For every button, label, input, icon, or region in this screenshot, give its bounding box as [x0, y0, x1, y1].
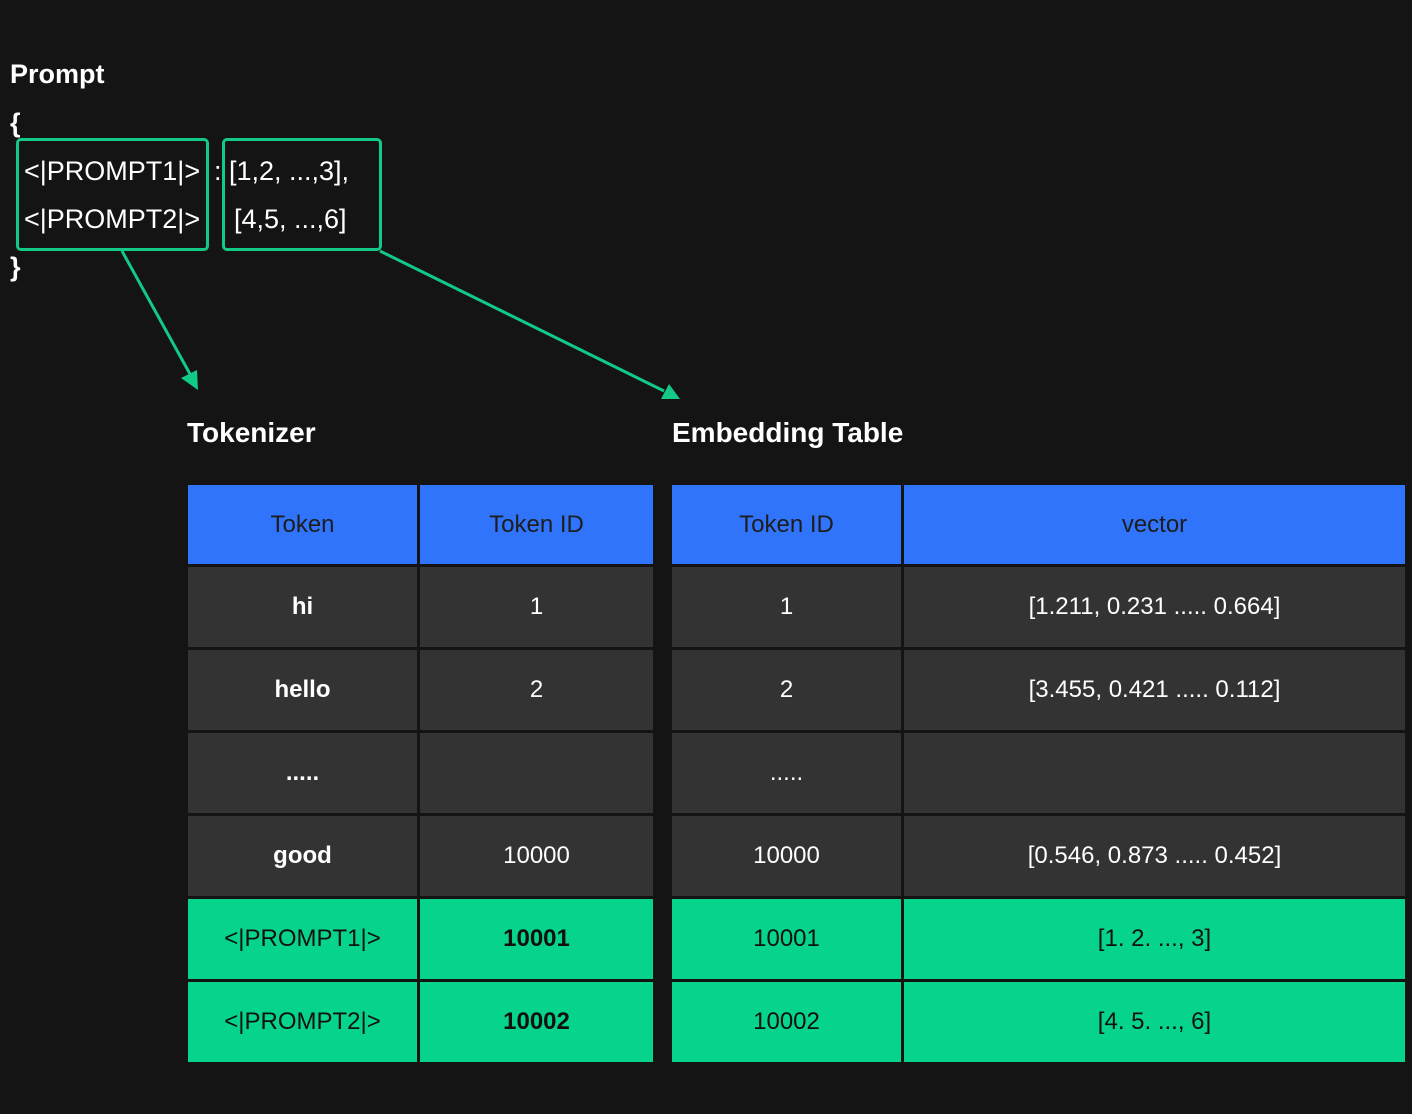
embedding-cell-id: 2	[669, 647, 904, 733]
tokenizer-cell-token: <|PROMPT1|>	[185, 896, 420, 982]
tokenizer-cell-token: <|PROMPT2|>	[185, 979, 420, 1065]
tokenizer-cell-id: 10002	[417, 979, 656, 1065]
diagram-canvas: Prompt { <|PROMPT1|> : [1,2, ...,3], <|P…	[0, 0, 1412, 1114]
tokenizer-cell-id	[417, 730, 656, 816]
embedding-cell-id: .....	[669, 730, 904, 816]
tokenizer-cell-id: 10000	[417, 813, 656, 899]
embedding-cell-vector: [1.211, 0.231 ..... 0.664]	[901, 564, 1408, 650]
embedding-header-token-id: Token ID	[669, 482, 904, 567]
embedding-cell-id: 10002	[669, 979, 904, 1065]
tokenizer-cell-id: 2	[417, 647, 656, 733]
tokenizer-cell-token: hello	[185, 647, 420, 733]
tokenizer-header-token-id: Token ID	[417, 482, 656, 567]
tokenizer-cell-id: 10001	[417, 896, 656, 982]
tokenizer-row: good 10000	[185, 813, 656, 899]
embedding-cell-id: 10000	[669, 813, 904, 899]
embedding-row-highlighted: 10001 [1. 2. ..., 3]	[669, 896, 1408, 982]
arrows-layer	[120, 249, 680, 399]
tokenizer-cell-id: 1	[417, 564, 656, 650]
tokenizer-cell-token: hi	[185, 564, 420, 650]
embedding-row-highlighted: 10002 [4. 5. ..., 6]	[669, 979, 1408, 1065]
embedding-row: 1 [1.211, 0.231 ..... 0.664]	[669, 564, 1408, 650]
embedding-title: Embedding Table	[672, 417, 904, 448]
arrow-to-embedding	[379, 249, 665, 393]
embedding-cell-vector	[901, 730, 1408, 816]
tokenizer-row: hi 1	[185, 564, 656, 650]
tokenizer-row-highlighted: <|PROMPT2|> 10002	[185, 979, 656, 1065]
tokenizer-table: Token Token ID hi 1 hello 2 ..... good 1…	[185, 482, 656, 1065]
tokenizer-row: .....	[185, 730, 656, 816]
tokenizer-title: Tokenizer	[187, 417, 316, 448]
tokenizer-cell-token: good	[185, 813, 420, 899]
embedding-table: Token ID vector 1 [1.211, 0.231 ..... 0.…	[669, 482, 1408, 1065]
embedding-cell-id: 10001	[669, 896, 904, 982]
tokenizer-cell-token: .....	[185, 730, 420, 816]
embedding-cell-vector: [1. 2. ..., 3]	[901, 896, 1408, 982]
embedding-cell-vector: [3.455, 0.421 ..... 0.112]	[901, 647, 1408, 733]
tokenizer-header-row: Token Token ID	[185, 482, 656, 567]
embedding-header-row: Token ID vector	[669, 482, 1408, 567]
arrow-to-tokenizer	[120, 250, 192, 375]
embedding-row: .....	[669, 730, 1408, 816]
arrow-head-embedding	[661, 384, 680, 399]
tokenizer-row-highlighted: <|PROMPT1|> 10001	[185, 896, 656, 982]
embedding-cell-vector: [0.546, 0.873 ..... 0.452]	[901, 813, 1408, 899]
embedding-cell-id: 1	[669, 564, 904, 650]
tokenizer-header-token: Token	[185, 482, 420, 567]
embedding-row: 10000 [0.546, 0.873 ..... 0.452]	[669, 813, 1408, 899]
embedding-row: 2 [3.455, 0.421 ..... 0.112]	[669, 647, 1408, 733]
embedding-header-vector: vector	[901, 482, 1408, 567]
tokenizer-row: hello 2	[185, 647, 656, 733]
embedding-cell-vector: [4. 5. ..., 6]	[901, 979, 1408, 1065]
